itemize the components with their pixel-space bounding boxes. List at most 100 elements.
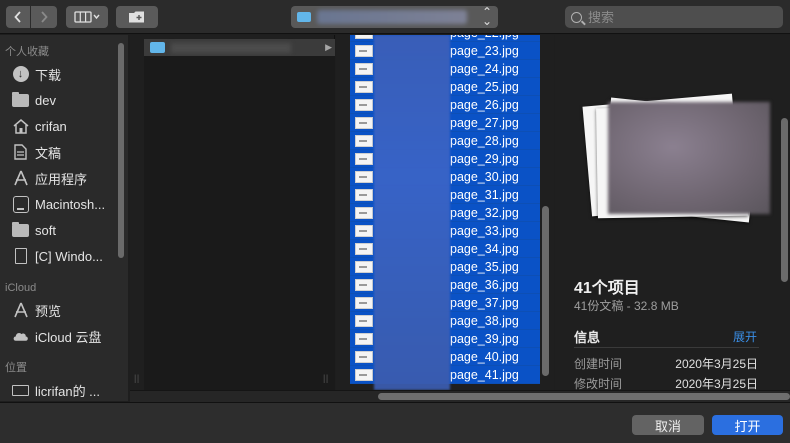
file-name: page_27.jpg <box>450 115 519 130</box>
image-thumbnail-icon <box>355 116 373 129</box>
image-thumbnail-icon <box>355 44 373 57</box>
sidebar-item-label: crifan <box>35 118 67 134</box>
sidebar-item-dev[interactable]: dev <box>0 87 128 113</box>
sidebar-section-locations: 位置 <box>5 362 27 374</box>
image-thumbnail-icon <box>355 62 373 75</box>
column-browser-1: ▶ | | | | <box>130 35 335 401</box>
file-name: page_28.jpg <box>450 133 519 148</box>
sidebar-item-macintosh[interactable]: Macintosh... <box>0 191 128 217</box>
sidebar-item-icloud-drive[interactable]: iCloud 云盘 <box>0 323 128 349</box>
sidebar-item-applications[interactable]: 应用程序 <box>0 165 128 191</box>
cloud-icon <box>12 328 29 345</box>
sidebar: 个人收藏 ↓ 下载 dev crifan 文稿 应用程序 Macintosh..… <box>0 35 128 401</box>
redacted-path <box>317 10 467 24</box>
new-folder-button[interactable] <box>116 6 158 28</box>
file-name: page_33.jpg <box>450 223 519 238</box>
image-thumbnail-icon <box>355 206 373 219</box>
open-button[interactable]: 打开 <box>712 415 783 435</box>
file-name: page_41.jpg <box>450 367 519 382</box>
preview-pane: 41个项目 41份文稿 - 32.8 MB 信息 展开 创建时间 2020年3月… <box>555 35 790 391</box>
sidebar-item-label: 应用程序 <box>35 171 88 187</box>
selected-folder-row[interactable]: ▶ <box>144 39 335 56</box>
file-list-scrollbar[interactable] <box>542 206 549 376</box>
file-name: page_30.jpg <box>450 169 519 184</box>
image-thumbnail-icon <box>355 224 373 237</box>
file-name: page_40.jpg <box>450 349 519 364</box>
file-name: page_36.jpg <box>450 277 519 292</box>
document-icon <box>12 248 29 265</box>
image-thumbnail-icon <box>355 98 373 111</box>
folder-icon <box>12 91 29 109</box>
sidebar-item-computer[interactable]: licrifan的 ... <box>0 377 128 401</box>
horizontal-scrollbar[interactable] <box>378 393 790 400</box>
sidebar-item-label: Macintosh... <box>35 196 106 212</box>
new-folder-icon <box>129 11 144 23</box>
column-browser-2: page_22.jpg page_23.jpg page_24.jpg page_25… <box>336 35 554 390</box>
image-thumbnail-icon <box>355 314 373 327</box>
forward-button[interactable] <box>31 6 57 28</box>
search-icon <box>571 11 582 23</box>
sidebar-item-label: iCloud 云盘 <box>35 329 102 345</box>
sidebar-item-downloads[interactable]: ↓ 下载 <box>0 61 128 87</box>
folder-icon <box>12 221 29 239</box>
search-field[interactable] <box>565 6 783 28</box>
preview-subtitle: 41份文稿 - 32.8 MB <box>574 299 679 313</box>
sidebar-item-crifan[interactable]: crifan <box>0 113 128 139</box>
sidebar-section-icloud: iCloud <box>5 282 37 294</box>
redacted-filenames <box>374 35 450 390</box>
redacted-folder-name <box>171 42 291 53</box>
image-thumbnail-icon <box>355 35 373 39</box>
image-thumbnail-icon <box>355 368 373 381</box>
download-icon: ↓ <box>12 66 29 83</box>
columns-view-icon <box>74 11 100 23</box>
expand-link[interactable]: 展开 <box>733 328 757 345</box>
file-name: page_29.jpg <box>450 151 519 166</box>
file-name: page_37.jpg <box>450 295 519 310</box>
sidebar-item-windows[interactable]: [C] Windo... <box>0 243 128 269</box>
sidebar-scrollbar[interactable] <box>118 43 124 258</box>
image-stack-thumbnail <box>575 93 770 225</box>
file-name: page_23.jpg <box>450 43 519 58</box>
sidebar-item-label: soft <box>35 222 56 238</box>
dialog-footer: 取消 打开 <box>0 402 790 443</box>
image-thumbnail-icon <box>355 278 373 291</box>
column-resize-handle[interactable]: | | <box>323 373 328 383</box>
image-thumbnail-icon <box>355 188 373 201</box>
column-resize-handle[interactable]: | | <box>134 373 139 383</box>
image-thumbnail-icon <box>355 80 373 93</box>
view-mode-button[interactable] <box>66 6 108 28</box>
created-value: 2020年3月25日 <box>675 357 758 371</box>
file-name: page_31.jpg <box>450 187 519 202</box>
file-name: page_22.jpg <box>450 35 519 40</box>
disk-icon <box>12 195 29 213</box>
divider <box>574 347 759 348</box>
sidebar-section-favorites: 个人收藏 <box>5 46 49 58</box>
file-name: page_24.jpg <box>450 61 519 76</box>
sidebar-item-label: dev <box>35 92 56 108</box>
file-name: page_35.jpg <box>450 259 519 274</box>
path-popup[interactable]: ⌃ ⌄ <box>291 6 498 28</box>
image-thumbnail-icon <box>355 332 373 345</box>
sidebar-item-documents[interactable]: 文稿 <box>0 139 128 165</box>
redacted-photo <box>608 102 770 214</box>
image-thumbnail-icon <box>355 152 373 165</box>
home-icon <box>12 118 29 135</box>
image-thumbnail-icon <box>355 296 373 309</box>
folder-icon <box>297 12 311 22</box>
back-button[interactable] <box>6 6 30 28</box>
sidebar-item-preview[interactable]: 预览 <box>0 297 128 323</box>
search-input[interactable] <box>588 9 768 25</box>
sidebar-item-label: licrifan的 ... <box>35 383 101 399</box>
folder-icon <box>150 42 165 53</box>
sidebar-item-soft[interactable]: soft <box>0 217 128 243</box>
preview-scrollbar[interactable] <box>781 118 788 282</box>
file-name: page_25.jpg <box>450 79 519 94</box>
file-name: page_39.jpg <box>450 331 519 346</box>
file-name: page_38.jpg <box>450 313 519 328</box>
chevron-right-icon <box>41 11 48 23</box>
image-thumbnail-icon <box>355 170 373 183</box>
laptop-icon <box>12 382 29 399</box>
file-name: page_34.jpg <box>450 241 519 256</box>
cancel-button[interactable]: 取消 <box>632 415 704 435</box>
image-thumbnail-icon <box>355 242 373 255</box>
